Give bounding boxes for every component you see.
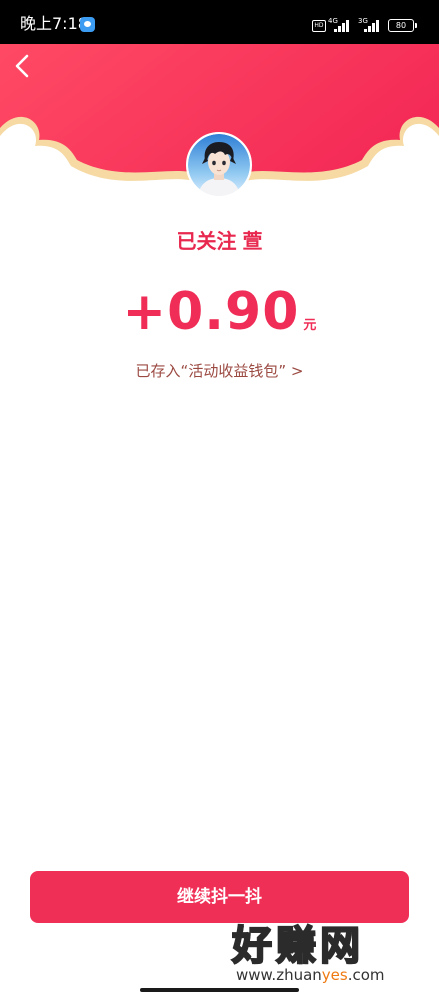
chevron-left-icon	[15, 54, 29, 78]
status-time: 晚上7:18	[20, 14, 88, 33]
avatar	[186, 132, 252, 198]
continue-shake-button[interactable]: 继续抖一抖	[30, 871, 409, 923]
watermark-url-suffix: .com	[347, 966, 385, 984]
username: 萱	[242, 229, 263, 253]
home-indicator[interactable]	[140, 988, 299, 992]
follow-status: 已关注萱	[0, 228, 439, 254]
watermark-url-prefix: www.zhuan	[236, 966, 322, 984]
user-avatar-image	[188, 134, 250, 196]
follow-status-label: 已关注	[176, 229, 237, 253]
reward-amount: +0.90	[122, 282, 300, 342]
currency-unit: 元	[303, 318, 317, 333]
back-button[interactable]	[8, 50, 36, 82]
watermark-url: www.zhuanyes.com	[236, 966, 385, 984]
reward-amount-row: +0.90 元	[0, 280, 439, 344]
message-notification-icon	[80, 17, 95, 32]
hd-badge: HD	[312, 20, 326, 32]
wallet-link[interactable]: 已存入“活动收益钱包” >	[0, 360, 439, 382]
battery-icon: 80	[388, 19, 417, 32]
watermark-logo: 好赚网	[231, 922, 364, 970]
status-bar: 晚上7:18 HD 4G 3G 80	[0, 0, 439, 44]
watermark-url-accent: yes	[321, 966, 348, 984]
